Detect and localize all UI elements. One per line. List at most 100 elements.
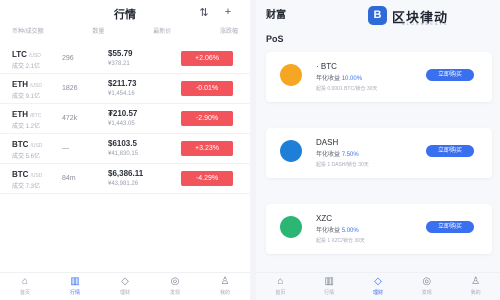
- compass-icon: ◎: [422, 276, 432, 287]
- symbol-text: BTC: [12, 170, 29, 179]
- change-badge[interactable]: -0.01%: [181, 81, 233, 96]
- compass-icon: ◎: [170, 276, 180, 287]
- chart-icon: ▥: [70, 276, 80, 287]
- nav-item-market[interactable]: ▥ 行情: [314, 273, 344, 300]
- home-icon: ⌂: [21, 276, 29, 287]
- pair-price: ₮210.57: [108, 109, 138, 118]
- market-row[interactable]: ETH/USD 成交 9.1亿 1826 $211.73 ¥1,454.16 -…: [0, 74, 250, 104]
- xzc-coin-icon: [280, 216, 302, 238]
- finance-panel: 财富 B 区块律动 BLOCKBEATS PoS · BTC 年化收益 10.0…: [256, 0, 500, 300]
- nav-item-finance[interactable]: ◇ 理财: [110, 273, 140, 300]
- market-header: 行情 ⇅ +: [0, 0, 250, 26]
- sort-icon[interactable]: ⇅: [198, 6, 210, 19]
- chart-icon: ▥: [324, 276, 334, 287]
- logo-subtitle: BLOCKBEATS: [402, 21, 449, 26]
- nav-item-finance[interactable]: ◇ 理财: [363, 273, 393, 300]
- diamond-icon: ◇: [121, 276, 129, 287]
- yield-label: 年化收益: [316, 152, 341, 158]
- home-icon: ⌂: [277, 276, 284, 287]
- nav-item-discover[interactable]: ◎ 发现: [412, 273, 442, 300]
- column-headers: 币种/成交额 数量 最新价 涨跌幅: [0, 26, 250, 40]
- pair-volume: 成交 1.2亿: [12, 124, 41, 130]
- pair-price-cny: ¥41,830.15: [108, 151, 139, 157]
- bottom-nav: ⌂ 首页 ▥ 行情 ◇ 理财 ◎ 发现 ♙ 我的: [256, 272, 500, 300]
- nav-item-discover[interactable]: ◎ 发现: [160, 273, 190, 300]
- add-icon[interactable]: +: [222, 6, 234, 19]
- nav-label: 首页: [19, 290, 30, 296]
- nav-label: 首页: [275, 290, 286, 296]
- product-yield: 年化收益 10.00%: [316, 73, 362, 82]
- nav-label: 发现: [421, 290, 432, 296]
- market-list: LTC/USD 成交 2.1亿 296 $55.79 ¥378.21 +2.06…: [0, 44, 250, 194]
- nav-label: 我的: [219, 290, 230, 296]
- pair-count: 296: [62, 55, 74, 62]
- product-yield: 年化收益 5.00%: [316, 225, 359, 234]
- symbol-text: BTC: [12, 140, 29, 149]
- market-panel: 行情 ⇅ + 币种/成交额 数量 最新价 涨跌幅 LTC/USD 成交 2.1亿…: [0, 0, 250, 300]
- pair-symbol: BTC/USD: [12, 170, 42, 179]
- brand-logo: B 区块律动 BLOCKBEATS: [362, 4, 500, 28]
- product-card[interactable]: XZC 年化收益 5.00% 起投 1 XZC/锁仓 30天 立即购买: [266, 204, 492, 254]
- bottom-nav: ⌂ 首页 ▥ 行情 ◇ 理财 ◎ 发现 ♙ 我的: [0, 272, 250, 300]
- pair-symbol: BTC/USD: [12, 140, 42, 149]
- user-icon: ♙: [471, 276, 481, 287]
- column-header-change[interactable]: 涨跌幅: [220, 26, 238, 40]
- quote-text: /BTC: [30, 113, 42, 119]
- product-card[interactable]: DASH 年化收益 7.50% 起投 1 DASH/锁仓 30天 立即购买: [266, 128, 492, 178]
- nav-item-home[interactable]: ⌂ 首页: [10, 273, 40, 300]
- product-name: DASH: [316, 138, 339, 147]
- pair-symbol: ETH/USD: [12, 80, 42, 89]
- nav-label: 理财: [372, 290, 383, 296]
- btc-coin-icon: [280, 64, 302, 86]
- yield-value: 10.00%: [341, 76, 363, 82]
- market-row[interactable]: BTC/USD 成交 7.3亿 84m $6,386.11 ¥43,981.26…: [0, 164, 250, 194]
- column-header-pair[interactable]: 币种/成交额: [12, 26, 44, 40]
- market-row[interactable]: ETH/BTC 成交 1.2亿 472k ₮210.57 ¥1,443.05 -…: [0, 104, 250, 134]
- yield-value: 5.00%: [341, 228, 359, 234]
- column-header-count[interactable]: 数量: [92, 26, 104, 40]
- market-row[interactable]: BTC/USD 成交 5.6亿 — $6103.5 ¥41,830.15 +3.…: [0, 134, 250, 164]
- nav-label: 理财: [119, 290, 130, 296]
- section-title: PoS: [266, 34, 284, 44]
- symbol-text: ETH: [12, 80, 28, 89]
- pair-price-cny: ¥43,981.26: [108, 181, 139, 187]
- pair-count: —: [62, 145, 69, 152]
- pair-price: $211.73: [108, 79, 137, 88]
- nav-label: 发现: [169, 290, 180, 296]
- quote-text: /USD: [28, 53, 41, 59]
- pair-price-cny: ¥378.21: [108, 61, 130, 67]
- nav-item-market[interactable]: ▥ 行情: [60, 273, 90, 300]
- change-badge[interactable]: +2.06%: [181, 51, 233, 66]
- pair-count: 84m: [62, 175, 76, 182]
- dash-coin-icon: [280, 140, 302, 162]
- buy-button[interactable]: 立即购买: [426, 221, 474, 233]
- nav-item-home[interactable]: ⌂ 首页: [265, 273, 295, 300]
- pair-count: 472k: [62, 115, 78, 122]
- diamond-icon: ◇: [374, 276, 382, 287]
- buy-button[interactable]: 立即购买: [426, 145, 474, 157]
- pair-volume: 成交 9.1亿: [12, 94, 41, 100]
- column-header-price[interactable]: 最新价: [153, 26, 171, 40]
- quote-text: /USD: [30, 83, 42, 89]
- yield-label: 年化收益: [316, 228, 341, 234]
- pair-volume: 成交 5.6亿: [12, 154, 41, 160]
- nav-item-profile[interactable]: ♙ 我的: [210, 273, 240, 300]
- product-yield: 年化收益 7.50%: [316, 149, 359, 158]
- nav-item-profile[interactable]: ♙ 我的: [461, 273, 491, 300]
- pair-price: $6,386.11: [108, 169, 144, 178]
- quote-text: /USD: [30, 143, 43, 149]
- change-badge[interactable]: -4.29%: [181, 171, 233, 186]
- change-badge[interactable]: -2.90%: [181, 111, 233, 126]
- quote-text: /USD: [30, 173, 43, 179]
- nav-label: 我的: [470, 290, 481, 296]
- pair-volume: 成交 7.3亿: [12, 184, 41, 190]
- page-title: 财富: [266, 10, 286, 21]
- pair-price-cny: ¥1,454.16: [108, 91, 135, 97]
- pair-count: 1826: [62, 85, 78, 92]
- change-badge[interactable]: +3.23%: [181, 141, 233, 156]
- nav-label: 行情: [69, 290, 80, 296]
- market-row[interactable]: LTC/USD 成交 2.1亿 296 $55.79 ¥378.21 +2.06…: [0, 44, 250, 74]
- product-card[interactable]: · BTC 年化收益 10.00% 起投 0.0001 BTC/锁仓 30天 立…: [266, 52, 492, 102]
- buy-button[interactable]: 立即购买: [426, 69, 474, 81]
- logo-mark-icon: B: [368, 6, 387, 25]
